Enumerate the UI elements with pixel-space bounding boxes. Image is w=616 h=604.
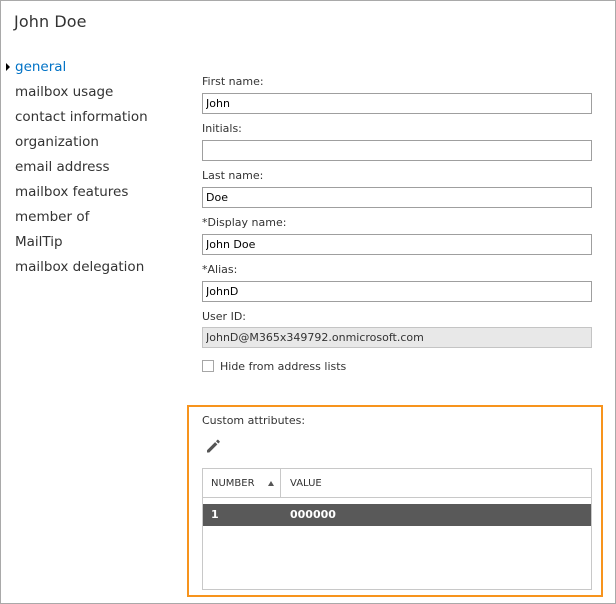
- nav-item-organization[interactable]: organization: [1, 132, 181, 157]
- column-header-value[interactable]: VALUE: [282, 469, 322, 498]
- last-name-input[interactable]: [202, 187, 592, 208]
- column-header-number[interactable]: NUMBER: [203, 469, 281, 498]
- nav-item-mailbox-delegation[interactable]: mailbox delegation: [1, 257, 181, 282]
- user-id-label: User ID:: [202, 310, 246, 323]
- hide-from-address-lists-label: Hide from address lists: [220, 359, 347, 373]
- nav-item-general[interactable]: general: [1, 57, 181, 82]
- initials-label: Initials:: [202, 122, 242, 135]
- alias-label: *Alias:: [202, 263, 238, 276]
- cell-number: 1: [211, 508, 219, 521]
- sidebar-nav: general mailbox usage contact informatio…: [1, 57, 181, 282]
- nav-item-label: organization: [15, 134, 99, 150]
- column-header-number-label: NUMBER: [211, 478, 255, 489]
- initials-input[interactable]: [202, 140, 592, 161]
- nav-item-label: mailbox features: [15, 184, 129, 200]
- hide-from-address-lists-row[interactable]: Hide from address lists: [202, 358, 346, 374]
- nav-item-member-of[interactable]: member of: [1, 207, 181, 232]
- hide-from-address-lists-checkbox[interactable]: [202, 360, 214, 372]
- display-name-input[interactable]: [202, 234, 592, 255]
- user-id-input[interactable]: [202, 327, 592, 348]
- nav-item-label: member of: [15, 209, 90, 225]
- custom-attributes-table: NUMBER VALUE 1 000000: [202, 468, 592, 590]
- custom-attributes-label: Custom attributes:: [202, 414, 306, 427]
- nav-item-email-address[interactable]: email address: [1, 157, 181, 182]
- nav-item-label: mailbox delegation: [15, 259, 145, 275]
- nav-item-label: mailbox usage: [15, 84, 114, 100]
- last-name-label: Last name:: [202, 169, 264, 182]
- selected-arrow-icon: [6, 63, 10, 71]
- table-row[interactable]: 1 000000: [203, 504, 591, 526]
- nav-item-mailbox-features[interactable]: mailbox features: [1, 182, 181, 207]
- nav-item-mailbox-usage[interactable]: mailbox usage: [1, 82, 181, 107]
- nav-item-label: general: [15, 59, 67, 75]
- page-title: John Doe: [14, 12, 87, 31]
- cell-value: 000000: [290, 508, 336, 521]
- first-name-label: First name:: [202, 75, 264, 88]
- sort-ascending-icon: [268, 481, 274, 486]
- nav-item-label: contact information: [15, 109, 148, 125]
- nav-item-mailtip[interactable]: MailTip: [1, 232, 181, 257]
- first-name-input[interactable]: [202, 93, 592, 114]
- table-header: NUMBER VALUE: [203, 469, 591, 498]
- dialog-frame: John Doe general mailbox usage contact i…: [0, 0, 616, 604]
- alias-input[interactable]: [202, 281, 592, 302]
- display-name-label: *Display name:: [202, 216, 287, 229]
- nav-item-label: email address: [15, 159, 110, 175]
- nav-item-contact-information[interactable]: contact information: [1, 107, 181, 132]
- nav-item-label: MailTip: [15, 234, 63, 250]
- column-header-value-label: VALUE: [290, 478, 322, 489]
- pencil-icon[interactable]: [204, 437, 222, 455]
